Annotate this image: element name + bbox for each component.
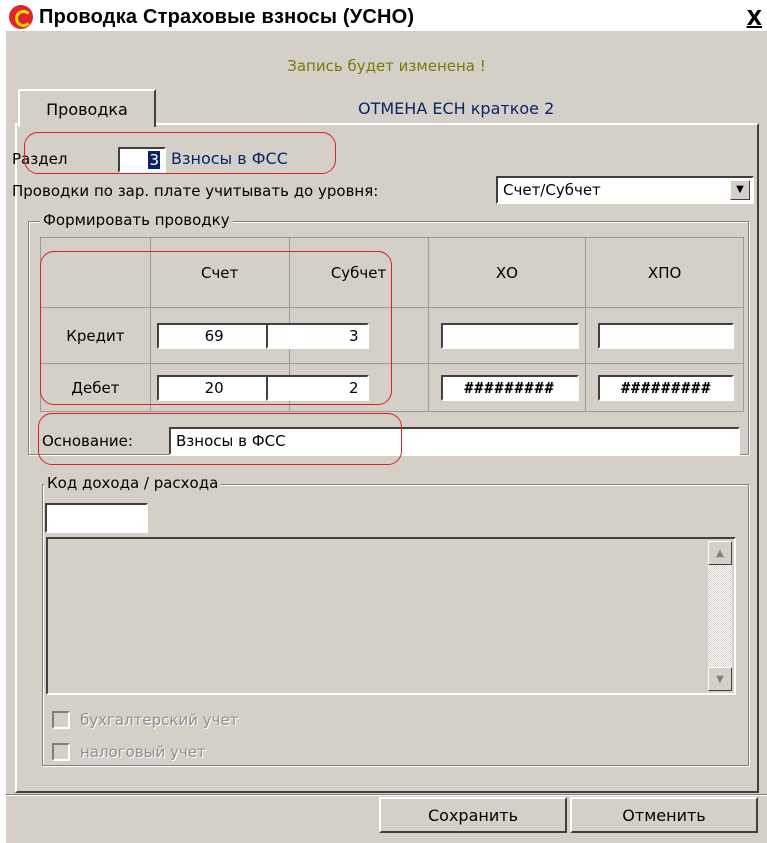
debit-subaccount-cell: 2 — [265, 363, 429, 412]
scroll-track[interactable] — [708, 565, 732, 669]
chevron-down-icon[interactable]: ▼ — [730, 180, 750, 200]
posting-header-row: Счет Субчет ХО ХПО — [40, 237, 744, 308]
basis-input[interactable]: Взносы в ФСС — [169, 427, 740, 455]
posting-group-title: Формировать проводку — [40, 211, 233, 229]
income-list[interactable]: ▲ ▼ — [46, 537, 736, 695]
basis-label: Основание: — [42, 432, 133, 450]
section-number-value: 3 — [148, 151, 160, 169]
table-row: Кредит 69 3 — [40, 307, 744, 364]
section-label: Раздел — [12, 150, 68, 168]
credit-subaccount-input[interactable]: 3 — [265, 322, 369, 349]
document-caption: ОТМЕНА ЕСН краткое 2 — [358, 99, 555, 118]
accounting-checkbox[interactable] — [52, 711, 70, 729]
income-group-title: Код дохода / расхода — [44, 474, 222, 492]
section-name: Взносы в ФСС — [171, 149, 288, 168]
credit-ho-cell — [427, 307, 587, 364]
accounting-checkbox-label: бухгалтерский учет — [80, 711, 239, 729]
income-code-input[interactable] — [45, 503, 148, 533]
debit-hpo-cell: ######### — [585, 363, 744, 412]
debit-subaccount-input[interactable]: 2 — [265, 374, 369, 401]
header-account: Счет — [149, 237, 290, 308]
bottom-separator — [6, 794, 767, 796]
header-subaccount: Субчет — [288, 237, 429, 308]
cancel-button[interactable]: Отменить — [570, 797, 758, 833]
credit-hpo-cell — [585, 307, 744, 364]
level-select-value: Счет/Субчет — [503, 181, 601, 199]
status-message: Запись будет изменена ! — [287, 57, 486, 75]
credit-hpo-input[interactable] — [598, 322, 735, 349]
credit-ho-input[interactable] — [440, 322, 579, 349]
posting-table: Счет Субчет ХО ХПО Кредит 69 3 Дебет 20 … — [40, 237, 744, 412]
app-logo-icon — [9, 5, 33, 29]
scroll-up-icon[interactable]: ▲ — [708, 541, 732, 565]
table-row: Дебет 20 2 ######### ######### — [40, 363, 744, 412]
header-ho: ХО — [427, 237, 587, 308]
dialog-body: Запись будет изменена ! Проводка ОТМЕНА … — [6, 31, 767, 843]
save-button[interactable]: Сохранить — [379, 797, 567, 833]
row-label-debit: Дебет — [40, 363, 151, 412]
debit-ho-input[interactable]: ######### — [440, 374, 579, 401]
title-bar: Проводка Страховые взносы (УСНО) X — [6, 3, 766, 31]
tab-provodka[interactable]: Проводка — [18, 89, 156, 127]
level-select[interactable]: Счет/Субчет ▼ — [496, 176, 754, 204]
tax-checkbox-label: налоговый учет — [80, 743, 206, 761]
dialog-window: Проводка Страховые взносы (УСНО) X Запис… — [0, 0, 767, 843]
credit-subaccount-cell: 3 — [265, 307, 429, 364]
header-hpo: ХПО — [585, 237, 744, 308]
header-empty-cell — [40, 237, 151, 308]
scroll-down-icon[interactable]: ▼ — [708, 667, 732, 691]
credit-account-input[interactable]: 69 — [156, 322, 272, 349]
debit-account-input[interactable]: 20 — [156, 374, 272, 401]
section-number-input[interactable]: 3 — [118, 147, 166, 173]
debit-hpo-input[interactable]: ######### — [598, 374, 735, 401]
row-label-credit: Кредит — [40, 307, 151, 364]
debit-ho-cell: ######### — [427, 363, 587, 412]
window-title: Проводка Страховые взносы (УСНО) — [39, 5, 415, 28]
close-button[interactable]: X — [747, 6, 762, 30]
tax-checkbox[interactable] — [52, 743, 70, 761]
level-label: Проводки по зар. плате учитывать до уров… — [12, 182, 379, 200]
